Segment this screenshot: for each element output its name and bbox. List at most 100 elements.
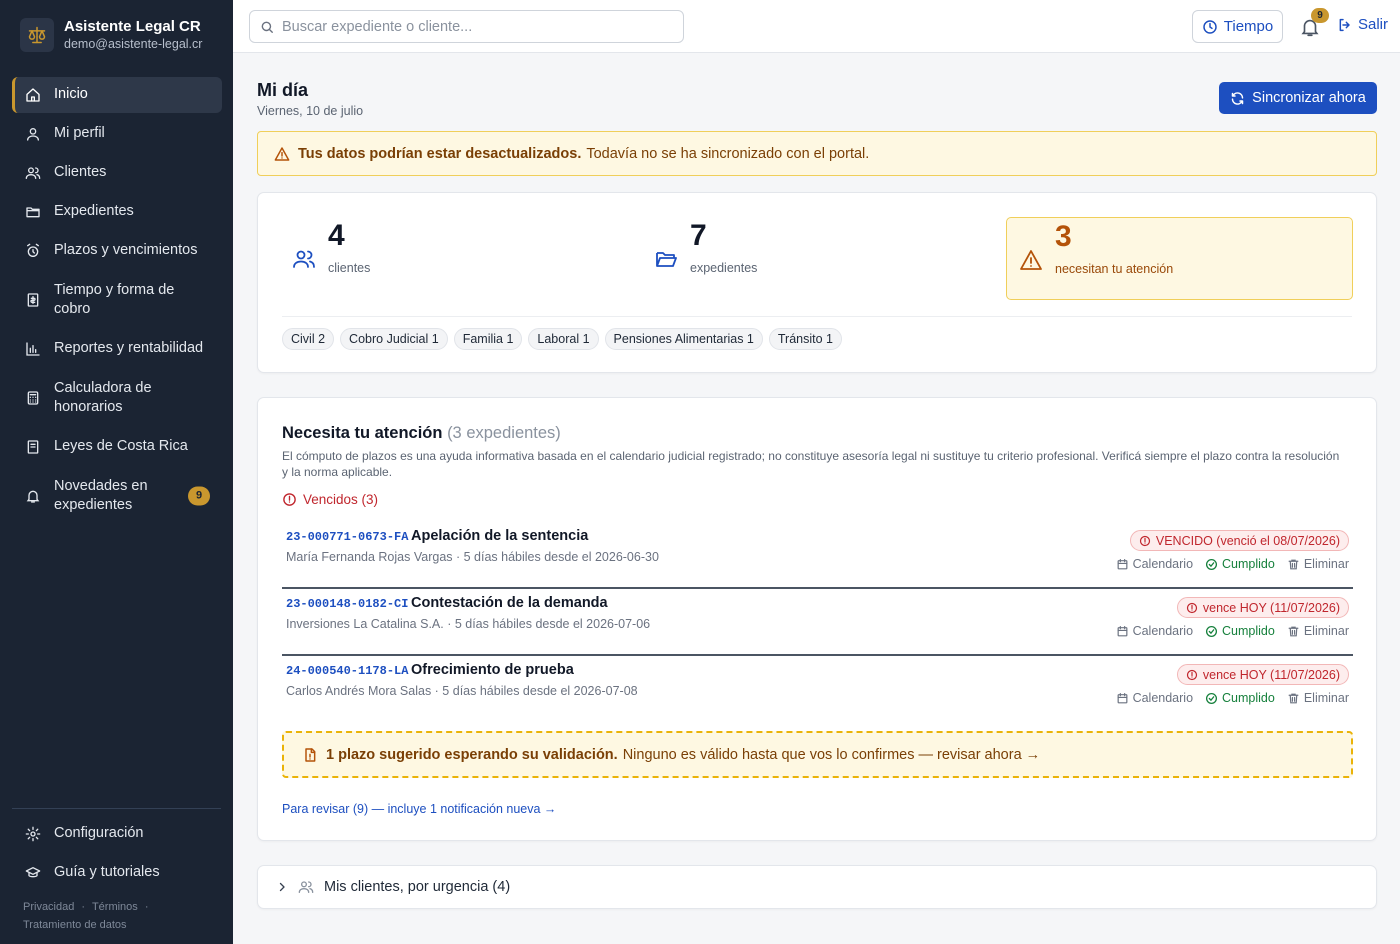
done-action-label: Cumplido bbox=[1222, 557, 1275, 571]
case-code-link[interactable]: 23-000771-0673-FA bbox=[286, 530, 408, 544]
calendar-icon bbox=[1117, 625, 1127, 636]
done-action-label: Cumplido bbox=[1222, 691, 1275, 705]
delete-action[interactable]: Eliminar bbox=[1287, 691, 1349, 705]
done-action[interactable]: Cumplido bbox=[1205, 691, 1275, 705]
stat-cases[interactable]: 7 expedientes bbox=[654, 217, 757, 275]
time-button[interactable]: Tiempo bbox=[1192, 10, 1283, 43]
clients-by-urgency-toggle[interactable]: Mis clientes, por urgencia (4) bbox=[257, 865, 1377, 909]
case-code-link[interactable]: 24-000540-1178-LA bbox=[286, 664, 408, 678]
done-action[interactable]: Cumplido bbox=[1205, 557, 1275, 571]
sidebar-item-label: Configuración bbox=[54, 825, 144, 842]
data-treatment-link[interactable]: Tratamiento de datos bbox=[23, 919, 127, 931]
notifications-count-badge: 9 bbox=[1311, 8, 1329, 23]
trash-icon bbox=[1288, 559, 1299, 569]
stat-attention[interactable]: 3 necesitan tu atención bbox=[1006, 217, 1353, 300]
stat-clients[interactable]: 4 clientes bbox=[292, 217, 370, 275]
delete-action[interactable]: Eliminar bbox=[1287, 624, 1349, 638]
calendar-action-label: Calendario bbox=[1132, 691, 1194, 705]
chip-pensiones[interactable]: Pensiones Alimentarias 1 bbox=[604, 328, 763, 350]
sidebar-item-label: Novedades en expedientes bbox=[54, 477, 148, 514]
sidebar-item-label: Plazos y vencimientos bbox=[54, 242, 198, 259]
sidebar-divider bbox=[12, 808, 221, 809]
sidebar-item-reportes[interactable]: Reportes y rentabilidad bbox=[12, 331, 222, 367]
calendar-icon bbox=[1117, 558, 1127, 569]
calendar-action-label: Calendario bbox=[1132, 624, 1194, 638]
chip-familia[interactable]: Familia 1 bbox=[453, 328, 523, 350]
delete-action-label: Eliminar bbox=[1303, 691, 1349, 705]
search-icon bbox=[261, 21, 273, 33]
privacy-link[interactable]: Privacidad bbox=[23, 901, 74, 913]
sidebar-item-calculadora[interactable]: Calculadora de honorarios bbox=[12, 370, 222, 426]
review-link[interactable]: Para revisar (9) — incluye 1 notificació… bbox=[282, 802, 556, 816]
done-action[interactable]: Cumplido bbox=[1205, 624, 1275, 638]
stale-data-alert: Tus datos podrían estar desactualizados.… bbox=[257, 131, 1377, 176]
topbar: Tiempo 9 Salir bbox=[233, 0, 1400, 53]
delete-action[interactable]: Eliminar bbox=[1287, 557, 1349, 571]
deadline-row: 23-000148-0182-CI Contestación de la dem… bbox=[282, 589, 1353, 656]
calendar-action[interactable]: Calendario bbox=[1116, 557, 1193, 571]
trash-icon bbox=[1288, 693, 1299, 703]
deadline-title: Apelación de la sentencia bbox=[411, 528, 589, 544]
status-badge-text: VENCIDO (venció el 08/07/2026) bbox=[1155, 533, 1340, 548]
page-title: Mi día bbox=[257, 80, 309, 100]
logout-button[interactable]: Salir bbox=[1337, 16, 1388, 33]
attention-card: Necesita tu atención (3 expedientes) El … bbox=[257, 397, 1377, 841]
attention-title-text: Necesita tu atención bbox=[282, 424, 443, 442]
chip-laboral[interactable]: Laboral 1 bbox=[528, 328, 599, 350]
sidebar-item-tiempo-cobro[interactable]: Tiempo y forma de cobro bbox=[12, 272, 222, 328]
divider bbox=[282, 316, 1352, 317]
deadline-subtitle: Carlos Andrés Mora Salas · 5 días hábile… bbox=[286, 684, 638, 698]
deadline-subtitle: María Fernanda Rojas Vargas · 5 días háb… bbox=[286, 550, 659, 564]
attention-title: Necesita tu atención (3 expedientes) bbox=[282, 424, 561, 443]
sidebar-item-label: Calculadora de honorarios bbox=[54, 379, 152, 416]
sidebar-item-plazos[interactable]: Plazos y vencimientos bbox=[12, 233, 222, 269]
stat-clients-label: clientes bbox=[328, 261, 371, 275]
scales-icon bbox=[20, 18, 54, 52]
terms-link[interactable]: Términos bbox=[92, 901, 138, 913]
status-badge-text: vence HOY (11/07/2026) bbox=[1202, 600, 1340, 615]
stat-cases-value: 7 bbox=[690, 219, 707, 252]
chip-civil[interactable]: Civil 2 bbox=[282, 328, 335, 350]
calendar-action-label: Calendario bbox=[1132, 557, 1194, 571]
clients-by-urgency-label: Mis clientes, por urgencia (4) bbox=[324, 879, 511, 895]
calendar-icon bbox=[1117, 692, 1127, 703]
sidebar-item-expedientes[interactable]: Expedientes bbox=[12, 194, 222, 230]
sidebar-item-configuracion[interactable]: Configuración bbox=[12, 816, 222, 852]
attention-disclaimer: El cómputo de plazos es una ayuda inform… bbox=[282, 449, 1340, 479]
sidebar-item-leyes[interactable]: Leyes de Costa Rica bbox=[12, 429, 222, 465]
sidebar-bottom-nav: Configuración Guía y tutoriales bbox=[12, 816, 222, 894]
folder-open-icon bbox=[656, 252, 677, 267]
novedades-count-badge: 9 bbox=[188, 486, 210, 506]
legal-separator: · bbox=[81, 901, 86, 913]
pending-strong: 1 plazo sugerido esperando su validación… bbox=[326, 746, 618, 763]
search-input[interactable] bbox=[282, 18, 662, 35]
sidebar-item-label: Reportes y rentabilidad bbox=[54, 340, 204, 357]
chip-transito[interactable]: Tránsito 1 bbox=[768, 328, 843, 350]
sidebar-item-clientes[interactable]: Clientes bbox=[12, 155, 222, 191]
graduation-cap-icon bbox=[24, 864, 42, 882]
sidebar-item-mi-perfil[interactable]: Mi perfil bbox=[12, 116, 222, 152]
legal-separator: · bbox=[144, 901, 149, 913]
logout-icon bbox=[1339, 18, 1350, 31]
chip-cobro-judicial[interactable]: Cobro Judicial 1 bbox=[340, 328, 448, 350]
bell-icon bbox=[24, 487, 42, 505]
sync-now-button[interactable]: Sincronizar ahora bbox=[1219, 82, 1377, 114]
deadline-row: 23-000771-0673-FA Apelación de la senten… bbox=[282, 522, 1353, 589]
case-code-link[interactable]: 23-000148-0182-CI bbox=[286, 597, 408, 611]
sidebar-item-novedades[interactable]: Novedades en expedientes 9 bbox=[12, 468, 222, 524]
calendar-action[interactable]: Calendario bbox=[1116, 624, 1193, 638]
brand[interactable]: Asistente Legal CR demo@asistente-legal.… bbox=[20, 18, 202, 52]
stat-attention-label: necesitan tu atención bbox=[1055, 262, 1174, 276]
sidebar-nav: Inicio Mi perfil Clientes Expedientes Pl… bbox=[12, 77, 222, 527]
logout-label: Salir bbox=[1358, 16, 1389, 33]
sidebar-item-label: Tiempo y forma de cobro bbox=[54, 281, 175, 318]
pending-validation-banner[interactable]: 1 plazo sugerido esperando su validación… bbox=[282, 731, 1353, 778]
check-circle-icon bbox=[1206, 692, 1218, 704]
sidebar-item-guia[interactable]: Guía y tutoriales bbox=[12, 855, 222, 891]
calendar-action[interactable]: Calendario bbox=[1116, 691, 1193, 705]
alert-circle-icon bbox=[1186, 669, 1197, 680]
sidebar-item-inicio[interactable]: Inicio bbox=[12, 77, 222, 113]
overdue-section-text: Vencidos (3) bbox=[303, 492, 379, 507]
search-box[interactable] bbox=[249, 10, 684, 43]
overdue-section-label: Vencidos (3) bbox=[282, 492, 378, 507]
